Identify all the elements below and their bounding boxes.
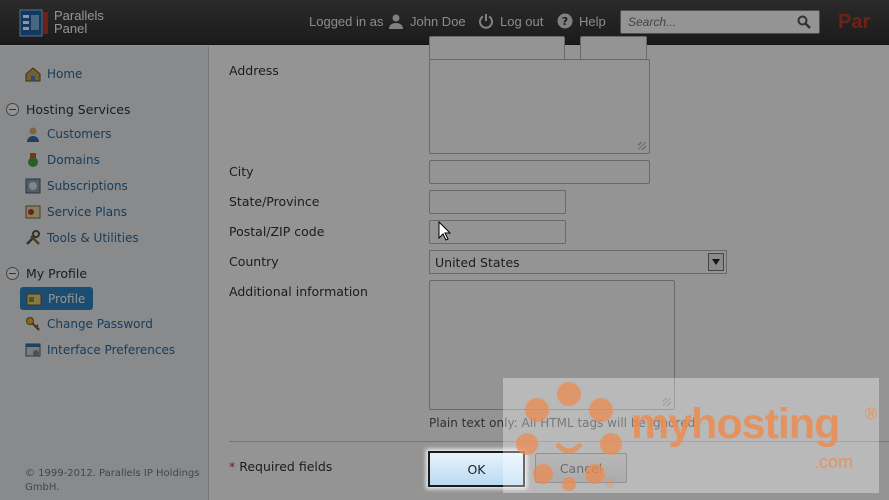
sidebar-item-label: Change Password <box>47 317 153 331</box>
sidebar-item-customers[interactable]: Customers <box>25 124 112 144</box>
profile-card-icon <box>26 293 42 305</box>
additional-info-label: Additional information <box>229 284 368 299</box>
sidebar-item-label: Customers <box>47 127 112 141</box>
home-icon <box>25 67 41 82</box>
city-label: City <box>229 164 254 179</box>
mouse-cursor-icon <box>438 221 452 241</box>
power-icon[interactable] <box>478 13 494 29</box>
resize-grip-icon[interactable] <box>638 142 646 150</box>
sidebar-item-label: Domains <box>47 153 100 167</box>
sidebar-item-profile[interactable]: Profile <box>20 287 93 310</box>
state-input[interactable] <box>429 190 566 214</box>
section-my-profile[interactable]: My Profile <box>6 264 87 282</box>
sidebar: Home Hosting Services Customers Domains … <box>0 46 209 500</box>
section-title: Hosting Services <box>26 101 131 117</box>
subscription-icon <box>25 178 41 194</box>
brand-line-2: Panel <box>54 21 88 36</box>
address-textarea[interactable] <box>429 59 650 154</box>
search-box <box>620 10 820 34</box>
svg-text:?: ? <box>562 15 568 28</box>
service-plan-icon <box>25 205 41 219</box>
tools-icon <box>26 230 40 245</box>
sidebar-item-home[interactable]: Home <box>25 64 82 84</box>
section-hosting-services[interactable]: Hosting Services <box>6 100 130 118</box>
sidebar-item-change-password[interactable]: Change Password <box>25 314 153 334</box>
sidebar-item-interface-preferences[interactable]: Interface Preferences <box>25 340 175 360</box>
parallels-logo-icon <box>19 9 48 37</box>
collapse-icon[interactable] <box>6 102 19 116</box>
preferences-icon <box>25 343 41 357</box>
logged-in-label: Logged in as <box>309 14 384 29</box>
collapse-icon[interactable] <box>6 266 19 280</box>
zip-label: Postal/ZIP code <box>229 224 325 239</box>
country-select[interactable]: United States <box>429 250 727 274</box>
dropdown-arrow-icon[interactable] <box>708 253 724 271</box>
country-select-value: United States <box>435 254 520 270</box>
previous-field-input-2[interactable] <box>580 36 647 60</box>
sidebar-item-service-plans[interactable]: Service Plans <box>25 202 127 222</box>
state-label: State/Province <box>229 194 320 209</box>
watermark-registered-small: ® <box>603 476 616 491</box>
brand-name: Parallels Panel <box>54 9 104 35</box>
address-label: Address <box>229 63 279 78</box>
sidebar-item-tools-utilities[interactable]: Tools & Utilities <box>25 228 139 248</box>
city-input[interactable] <box>429 160 650 184</box>
logout-link[interactable]: Log out <box>500 14 543 29</box>
sidebar-item-label: Subscriptions <box>47 179 128 193</box>
sidebar-item-label: Service Plans <box>47 205 127 219</box>
country-label: Country <box>229 254 279 269</box>
watermark-brand: myhosting <box>631 400 840 448</box>
previous-field-input[interactable] <box>429 36 565 60</box>
myhosting-watermark: myhosting ® .com ® <box>503 378 879 493</box>
sidebar-item-label: Tools & Utilities <box>47 231 139 245</box>
sidebar-item-domains[interactable]: Domains <box>25 150 100 170</box>
copyright-text: © 1999-2012. Parallels IP Holdings GmbH. <box>25 468 200 493</box>
required-text: Required fields <box>235 459 333 474</box>
sidebar-item-label: Interface Preferences <box>47 343 176 357</box>
parallels-brand-right: Par <box>838 11 871 33</box>
required-fields-note: * Required fields <box>229 459 332 474</box>
domain-icon <box>28 153 38 167</box>
watermark-registered: ® <box>863 404 879 423</box>
user-icon <box>389 14 403 29</box>
watermark-suffix: .com <box>814 452 854 472</box>
help-icon[interactable]: ? <box>557 13 573 29</box>
user-name-link[interactable]: John Doe <box>410 14 466 29</box>
key-icon <box>26 317 40 331</box>
search-icon[interactable] <box>797 15 811 29</box>
sidebar-item-label: Profile <box>48 291 86 306</box>
section-title: My Profile <box>26 265 88 281</box>
search-input[interactable] <box>621 11 791 33</box>
customer-icon <box>27 127 39 142</box>
help-link[interactable]: Help <box>579 14 606 29</box>
sidebar-item-subscriptions[interactable]: Subscriptions <box>25 176 128 196</box>
sidebar-item-label: Home <box>47 67 83 81</box>
